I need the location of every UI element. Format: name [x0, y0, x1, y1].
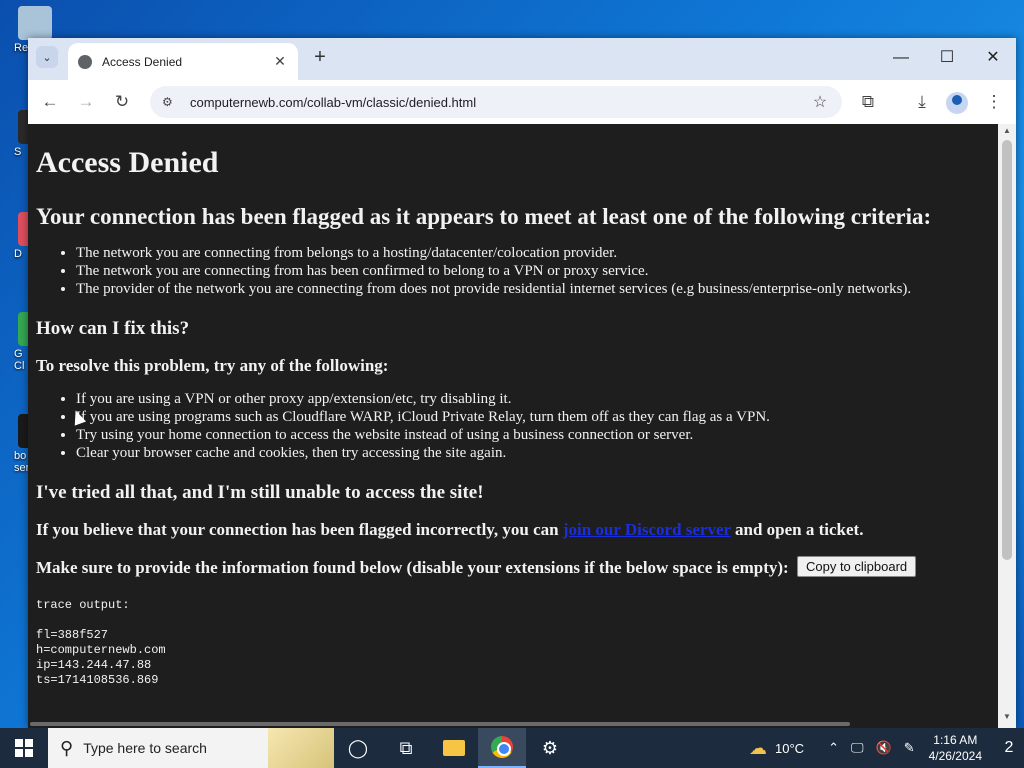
taskbar: ⚲ Type here to search ◯ ⧉ ⚙ ☁ 10°C ⌃ 🖵 🔇… [0, 728, 1024, 768]
chevron-up-icon[interactable]: ⌃ [828, 740, 839, 756]
bookmark-star-icon[interactable]: ☆ [808, 92, 832, 112]
flagged-heading: Your connection has been flagged as it a… [36, 204, 932, 229]
criteria-list: The network you are connecting from belo… [36, 244, 990, 298]
clock-date: 4/26/2024 [928, 749, 982, 763]
weather-temp: 10°C [775, 740, 805, 756]
windows-logo-icon [15, 739, 33, 757]
pen-icon[interactable]: ✎ [904, 740, 915, 756]
page-content: Access Denied Your connection has been f… [28, 124, 998, 720]
trace-title: trace output: [36, 598, 130, 612]
list-item: Clear your browser cache and cookies, th… [76, 444, 990, 462]
horizontal-scrollbar[interactable] [28, 720, 998, 728]
weather-cloud-icon: ☁ [749, 737, 768, 758]
back-button[interactable]: ← [38, 90, 62, 114]
new-tab-button[interactable]: + [308, 46, 332, 70]
search-icon: ⚲ [60, 737, 74, 758]
fixes-list: If you are using a VPN or other proxy ap… [36, 390, 990, 462]
task-view-icon[interactable]: ⧉ [382, 728, 430, 768]
tried-heading: I've tried all that, and I'm still unabl… [36, 482, 484, 503]
clock-time: 1:16 AM [933, 733, 978, 747]
browser-window: ⌄ Access Denied ✕ + — ☐ ✕ ← → ↻ ⚙ comput… [28, 38, 1016, 728]
chevron-down-icon: ⌄ [42, 51, 52, 64]
list-item: If you are using programs such as Cloudf… [76, 408, 990, 426]
list-item: The provider of the network you are conn… [76, 280, 990, 298]
notification-count: 2 [1004, 739, 1014, 756]
search-highlight-image [268, 728, 334, 768]
scroll-down-icon[interactable]: ▼ [998, 712, 1016, 726]
weather-widget[interactable]: ☁ 10°C [749, 738, 804, 759]
tab-close-icon[interactable]: ✕ [272, 53, 288, 70]
copy-to-clipboard-button[interactable]: Copy to clipboard [796, 556, 917, 577]
scroll-up-icon[interactable]: ▲ [998, 126, 1016, 140]
maximize-button[interactable]: ☐ [924, 44, 970, 72]
globe-icon [78, 54, 92, 69]
list-item: If you are using a VPN or other proxy ap… [76, 390, 990, 408]
tab-title: Access Denied [102, 54, 183, 69]
close-window-button[interactable]: ✕ [970, 44, 1016, 72]
extensions-icon[interactable]: ⧉ [856, 90, 880, 114]
tab-search-button[interactable]: ⌄ [36, 46, 58, 68]
trace-line: h=computernewb.com [36, 643, 166, 657]
settings-gear-icon[interactable]: ⚙ [526, 728, 574, 768]
vertical-scrollbar[interactable]: ▲ ▼ [998, 124, 1016, 728]
trace-line: ip=143.244.47.88 [36, 658, 152, 672]
reload-button[interactable]: ↻ [110, 90, 134, 114]
tab-access-denied[interactable]: Access Denied ✕ [68, 43, 298, 80]
start-button[interactable] [0, 728, 48, 768]
file-explorer-icon[interactable] [430, 728, 478, 768]
list-item: The network you are connecting from belo… [76, 244, 990, 262]
chrome-taskbar-icon[interactable] [478, 728, 526, 768]
trace-line: fl=388f527 [36, 628, 109, 642]
resolve-heading: To resolve this problem, try any of the … [36, 356, 389, 375]
page-viewport: Access Denied Your connection has been f… [28, 124, 1016, 728]
system-tray: ☁ 10°C ⌃ 🖵 🔇 ✎ 1:16 AM 4/26/2024 2 [749, 728, 1024, 768]
scrollbar-thumb[interactable] [1002, 140, 1012, 560]
search-placeholder: Type here to search [83, 740, 207, 756]
list-item: Try using your home connection to access… [76, 426, 990, 444]
clock[interactable]: 1:16 AM 4/26/2024 [929, 732, 982, 764]
trace-output: trace output: fl=388f527 h=computernewb.co… [36, 598, 990, 688]
tab-strip: ⌄ Access Denied ✕ + — ☐ ✕ [28, 38, 1016, 80]
taskbar-search[interactable]: ⚲ Type here to search [48, 728, 334, 768]
forward-button[interactable]: → [74, 90, 98, 114]
address-bar[interactable]: ⚙ computernewb.com/collab-vm/classic/den… [150, 86, 842, 118]
downloads-icon[interactable]: ⤓ [910, 90, 934, 114]
cortana-icon[interactable]: ◯ [334, 728, 382, 768]
volume-muted-icon[interactable]: 🔇 [876, 740, 892, 756]
url-text[interactable]: computernewb.com/collab-vm/classic/denie… [190, 95, 808, 110]
browser-toolbar: ← → ↻ ⚙ computernewb.com/collab-vm/class… [28, 80, 1016, 124]
trace-line: ts=1714108536.869 [36, 673, 159, 687]
profile-avatar[interactable] [946, 92, 968, 114]
incorrect-prefix: If you believe that your connection has … [36, 520, 563, 539]
minimize-button[interactable]: — [878, 44, 924, 72]
provide-info-label: Make sure to provide the information fou… [36, 558, 789, 577]
fix-heading: How can I fix this? [36, 318, 190, 339]
discord-link[interactable]: join our Discord server [563, 520, 731, 539]
site-info-icon[interactable]: ⚙ [162, 95, 178, 109]
recycle-bin-icon [18, 6, 52, 40]
network-icon[interactable]: 🖵 [851, 740, 864, 756]
page-title: Access Denied [36, 146, 219, 179]
provide-info-text: Make sure to provide the information fou… [36, 556, 990, 578]
incorrect-flag-text: If you believe that your connection has … [36, 520, 990, 540]
notifications-icon[interactable]: 2 [994, 739, 1024, 757]
list-item: The network you are connecting from has … [76, 262, 990, 280]
menu-icon[interactable]: ⋮ [982, 90, 1006, 114]
incorrect-suffix: and open a ticket. [730, 520, 864, 539]
hscrollbar-thumb[interactable] [30, 722, 850, 726]
